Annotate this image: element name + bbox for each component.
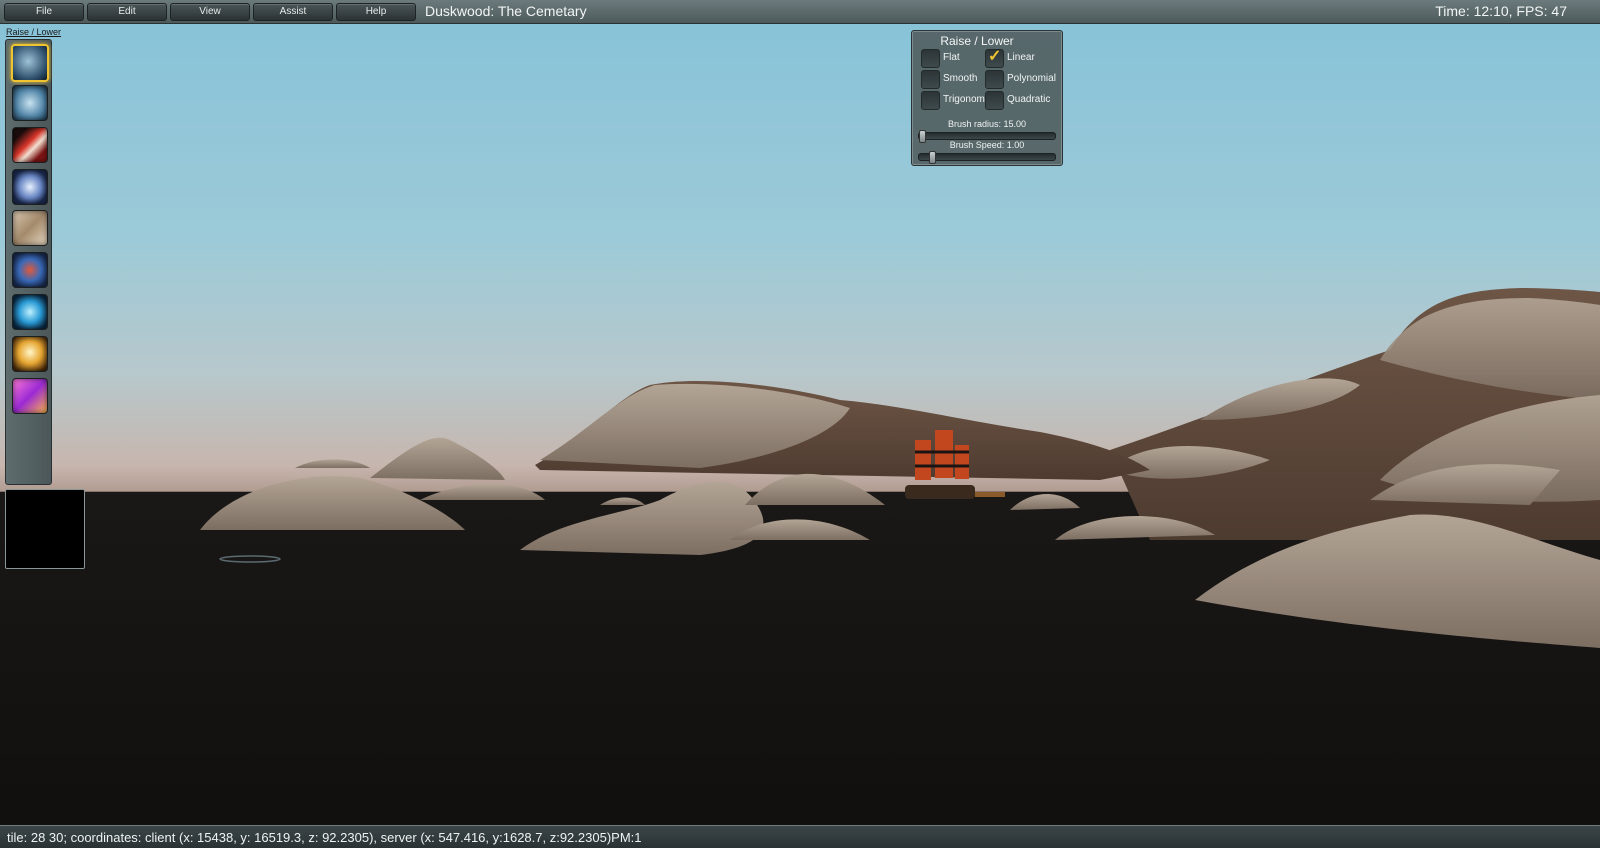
time-fps-readout: Time: 12:10, FPS: 47 [1435, 3, 1567, 19]
checkbox-polynomial[interactable] [985, 70, 1004, 89]
holes-icon[interactable] [12, 169, 48, 205]
raise-lower-panel: Raise / Lower Flat ✓ Linear Smooth Polyn… [911, 30, 1063, 166]
flatten-icon[interactable] [12, 85, 48, 121]
checkbox-flat[interactable] [921, 49, 940, 68]
brush-speed-label: Brush Speed: 1.00 [949, 140, 1025, 150]
checkbox-quadratic[interactable] [985, 91, 1004, 110]
brush-speed-slider[interactable] [918, 151, 1056, 164]
menu-edit[interactable]: Edit [87, 3, 167, 21]
terrain-scene [200, 288, 1600, 648]
option-label: Trigonom [943, 94, 985, 105]
menu-bar: File Edit View Assist Help Duskwood: The… [0, 0, 1600, 24]
tool-palette [5, 39, 52, 485]
option-label: Smooth [943, 73, 978, 84]
panel-title: Raise / Lower [940, 34, 1014, 48]
menu-file[interactable]: File [4, 3, 84, 21]
checkbox-linear[interactable]: ✓ [985, 48, 1004, 68]
area-id-icon[interactable] [12, 252, 48, 288]
zone-title: Duskwood: The Cemetary [425, 3, 587, 19]
status-bar: tile: 28 30; coordinates: client (x: 154… [0, 825, 1600, 848]
slider-thumb[interactable] [929, 151, 936, 164]
light-icon[interactable] [12, 336, 48, 372]
coordinates-readout: tile: 28 30; coordinates: client (x: 154… [7, 830, 642, 845]
brush-radius-slider[interactable] [918, 130, 1056, 143]
option-label: Linear [1007, 52, 1035, 63]
checkbox-smooth[interactable] [921, 70, 940, 89]
checkbox-trigonom[interactable] [921, 91, 940, 110]
menu-assist[interactable]: Assist [253, 3, 333, 21]
palette-title: Raise / Lower [6, 27, 62, 37]
option-label: Flat [943, 52, 960, 63]
texture-map-icon[interactable] [12, 210, 48, 246]
brush-cursor [219, 555, 281, 563]
brush-radius-label: Brush radius: 15.00 [947, 119, 1027, 129]
option-label: Quadratic [1007, 94, 1051, 105]
3d-viewport[interactable] [0, 0, 1600, 847]
paint-brush-icon[interactable] [12, 127, 48, 163]
raise-lower-icon[interactable] [11, 44, 49, 82]
checkmark-icon: ✓ [988, 48, 1002, 65]
water-icon[interactable] [12, 294, 48, 330]
option-label: Polynomial [1007, 73, 1056, 84]
minimap[interactable] [5, 489, 85, 569]
menu-help[interactable]: Help [336, 3, 416, 21]
menu-view[interactable]: View [170, 3, 250, 21]
impassable-icon[interactable] [12, 378, 48, 414]
